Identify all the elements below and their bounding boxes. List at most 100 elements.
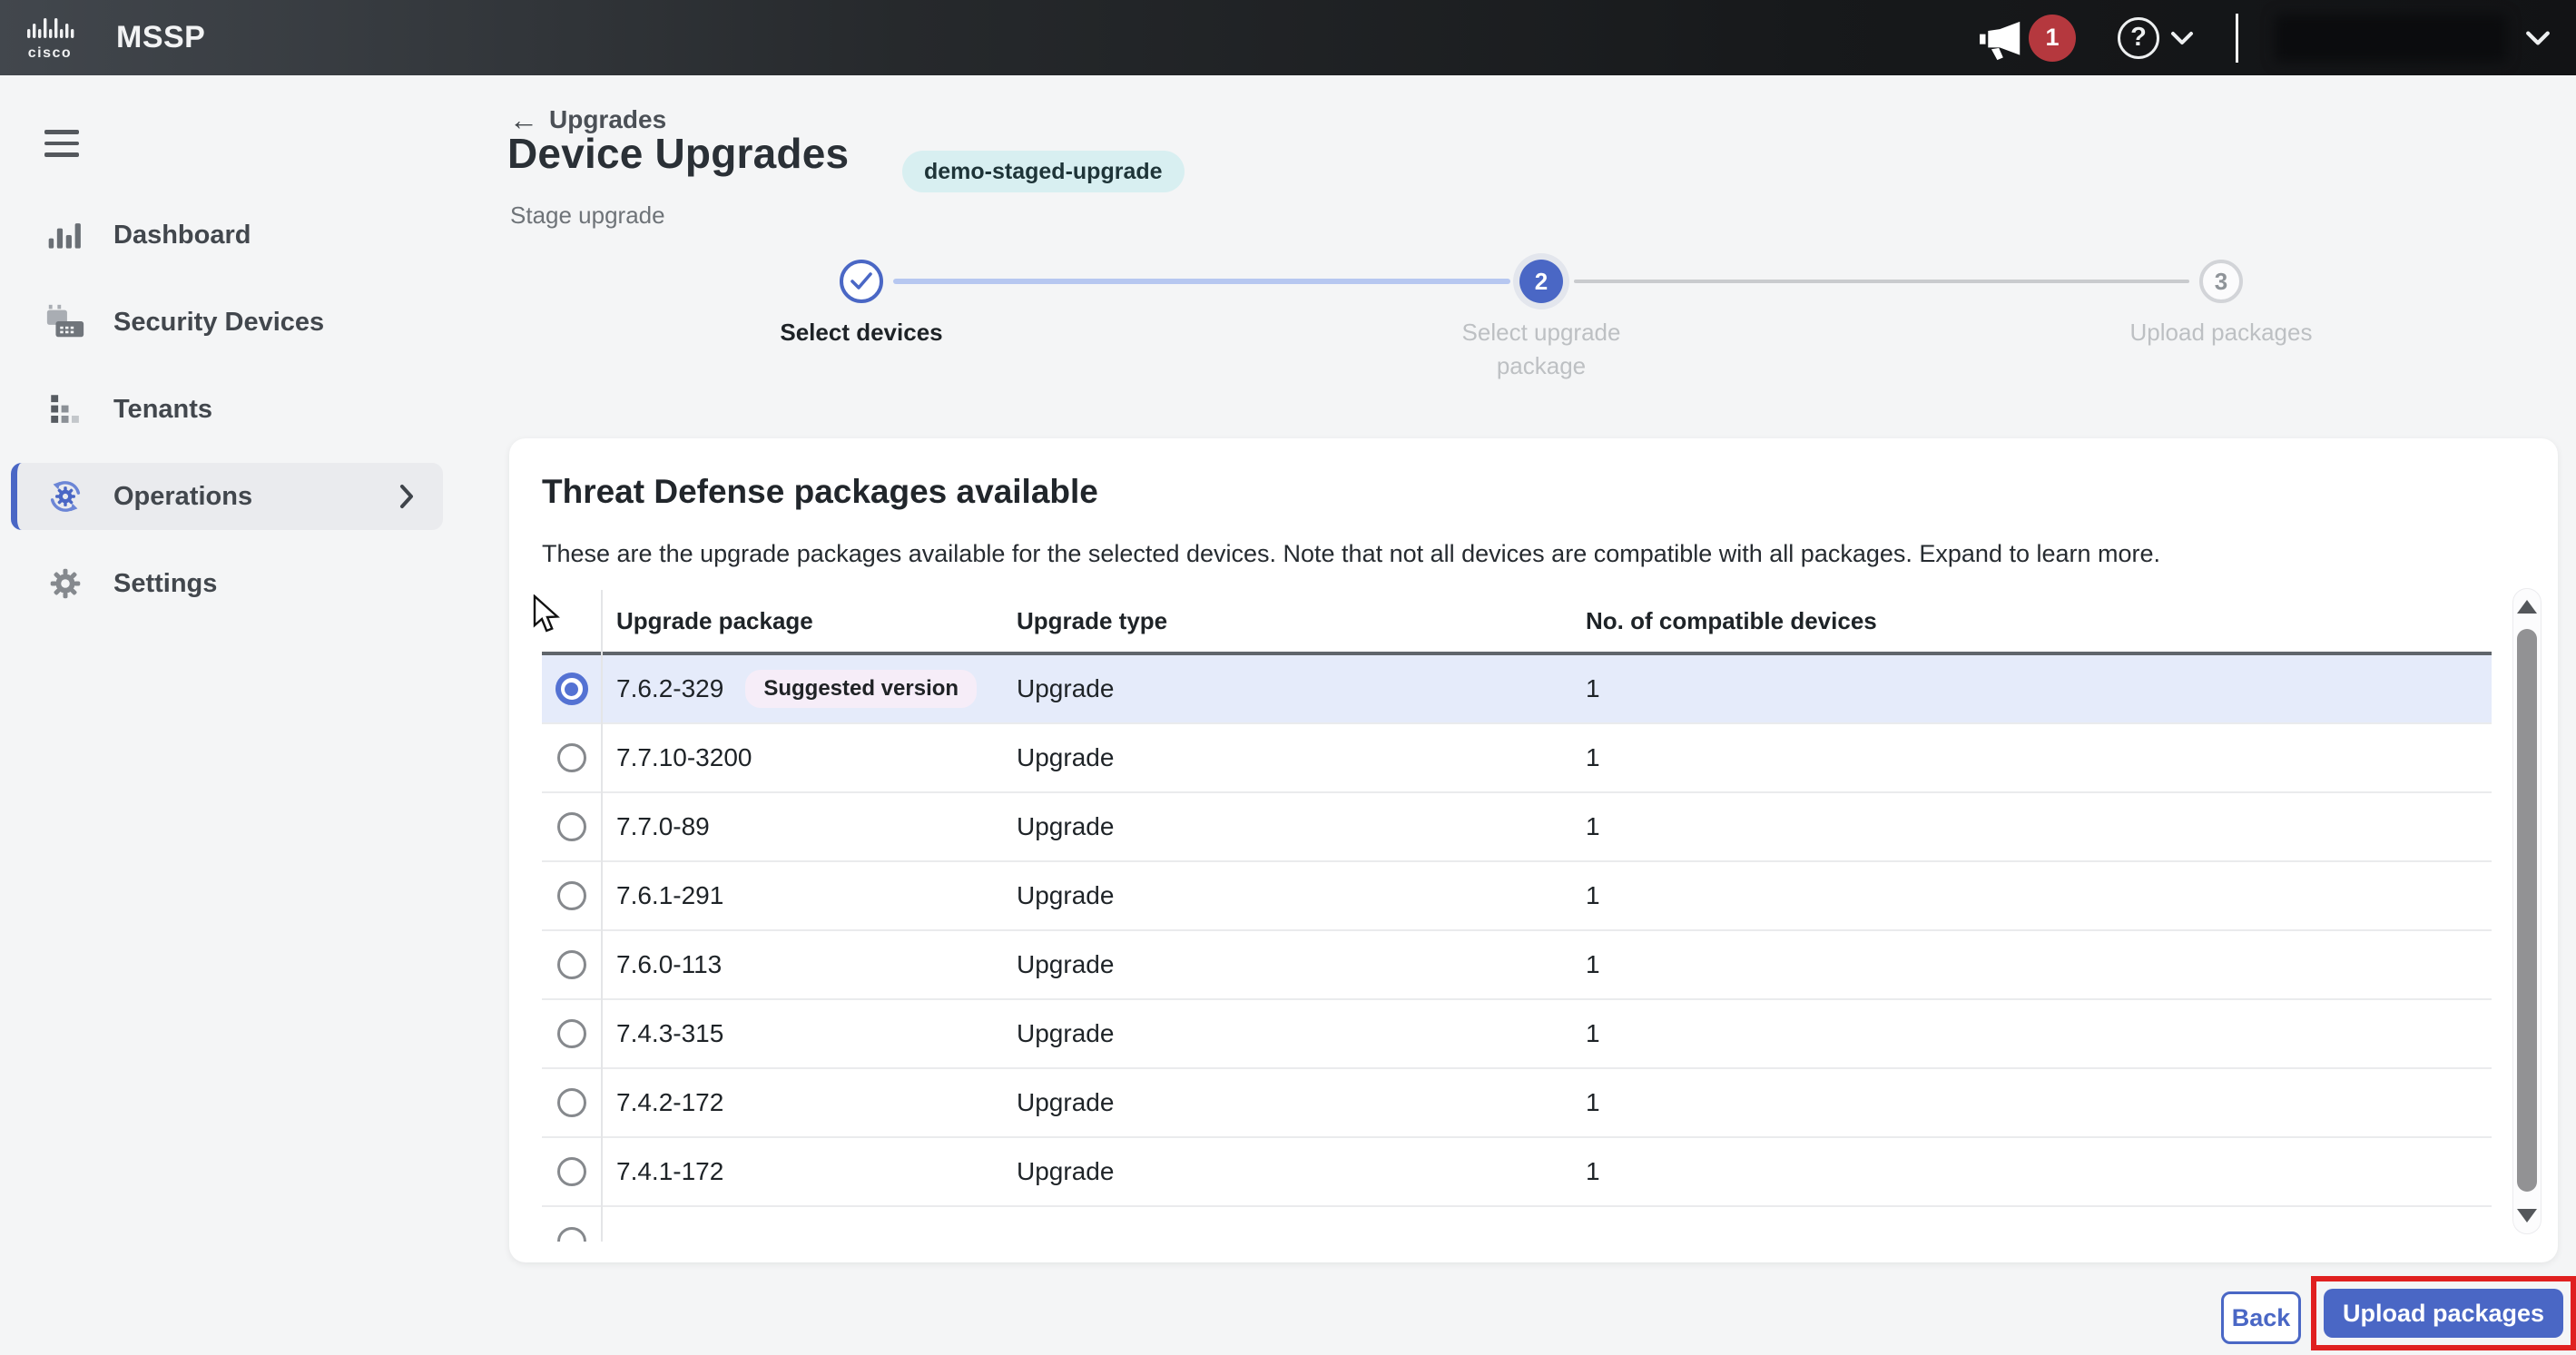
radio-column-divider: [601, 590, 603, 1242]
scrollbar-thumb[interactable]: [2517, 629, 2537, 1192]
sidebar: Dashboard Security D: [0, 75, 472, 1355]
topbar-divider: [2236, 14, 2238, 63]
radio-icon: [557, 950, 586, 979]
radio-icon: [557, 1088, 586, 1117]
app-title: MSSP: [116, 20, 205, 55]
operations-sync-gear-icon: [44, 476, 86, 517]
chevron-down-icon: [2170, 31, 2194, 45]
step-label-upload-packages: Upload packages: [2076, 316, 2366, 349]
account-menu[interactable]: [2275, 15, 2507, 62]
upgrade-type: Upgrade: [1001, 1019, 1570, 1048]
brand: cisco MSSP: [24, 15, 205, 62]
package-radio-button[interactable]: [542, 1157, 601, 1186]
package-version: 7.4.2-172: [616, 1088, 723, 1117]
table-row[interactable]: 7.4.3-315 Upgrade 1: [542, 1000, 2492, 1069]
compatible-devices-count: 1: [1570, 812, 2492, 841]
sidebar-item-security-devices[interactable]: Security Devices: [0, 289, 472, 356]
step-number: 2: [1535, 268, 1548, 296]
radio-icon: [556, 673, 588, 705]
gear-icon: [44, 563, 86, 604]
compatible-devices-count: 1: [1570, 1019, 2492, 1048]
upgrade-type: Upgrade: [1001, 950, 1570, 979]
upgrade-type: Upgrade: [1001, 1157, 1570, 1186]
package-radio-button[interactable]: [542, 673, 601, 705]
table-row-partial[interactable]: [542, 1207, 2492, 1242]
compatible-devices-count: 1: [1570, 1088, 2492, 1117]
cisco-logo-icon: cisco: [24, 15, 96, 62]
help-icon: ?: [2118, 17, 2159, 59]
table-row[interactable]: 7.4.1-172 Upgrade 1: [542, 1138, 2492, 1207]
table-row[interactable]: 7.4.2-172 Upgrade 1: [542, 1069, 2492, 1138]
upgrade-type: Upgrade: [1001, 881, 1570, 910]
compatible-devices-count: 1: [1570, 950, 2492, 979]
package-radio-button[interactable]: [542, 881, 601, 910]
radio-icon: [557, 1227, 586, 1242]
megaphone-icon: [1976, 20, 2027, 62]
table-row[interactable]: 7.7.0-89 Upgrade 1: [542, 793, 2492, 862]
sidebar-item-label: Tenants: [113, 395, 212, 425]
package-version: 7.4.1-172: [616, 1157, 723, 1186]
upload-packages-button[interactable]: Upload packages: [2324, 1289, 2563, 1338]
sidebar-item-label: Settings: [113, 569, 217, 599]
column-header-compatible-devices: No. of compatible devices: [1570, 607, 2492, 635]
sidebar-item-tenants[interactable]: Tenants: [0, 376, 472, 443]
radio-icon: [557, 881, 586, 910]
help-menu-button[interactable]: ?: [2118, 17, 2194, 59]
radio-icon: [557, 1157, 586, 1186]
scroll-up-arrow-icon[interactable]: [2517, 600, 2537, 614]
upgrade-name-badge: demo-staged-upgrade: [902, 151, 1185, 192]
step-label-select-upgrade-package: Select upgrade package: [1423, 316, 1659, 383]
stepper-connector-pending: [1574, 280, 2189, 283]
notification-count-badge: 1: [2029, 15, 2076, 62]
stepper-connector-completed: [893, 279, 1510, 284]
table-row[interactable]: 7.7.10-3200 Upgrade 1: [542, 724, 2492, 793]
step-1-select-devices[interactable]: [840, 260, 883, 303]
menu-toggle-button[interactable]: [44, 130, 79, 164]
package-version: 7.6.0-113: [616, 950, 722, 979]
sidebar-item-label: Dashboard: [113, 221, 251, 250]
radio-icon: [557, 812, 586, 841]
table-row[interactable]: 7.6.1-291 Upgrade 1: [542, 862, 2492, 931]
app-root: cisco MSSP 1 ?: [0, 0, 2576, 1355]
package-radio-button[interactable]: [542, 950, 601, 979]
table-header-row: Upgrade package Upgrade type No. of comp…: [542, 590, 2492, 655]
page-subtitle: Stage upgrade: [510, 201, 665, 230]
security-device-icon: [44, 301, 86, 343]
step-number: 3: [2215, 268, 2227, 296]
chevron-down-icon[interactable]: [2525, 30, 2551, 46]
package-radio-button[interactable]: [542, 812, 601, 841]
back-button[interactable]: Back: [2221, 1291, 2301, 1344]
topbar-actions: 1 ?: [1976, 0, 2554, 75]
check-icon: [850, 271, 873, 291]
topbar: cisco MSSP 1 ?: [0, 0, 2576, 75]
step-2-select-upgrade-package[interactable]: 2: [1519, 260, 1563, 303]
package-radio-button[interactable]: [542, 1019, 601, 1048]
compatible-devices-count: 1: [1570, 743, 2492, 772]
table-row[interactable]: 7.6.0-113 Upgrade 1: [542, 931, 2492, 1000]
sidebar-nav: Dashboard Security D: [0, 201, 472, 637]
sidebar-item-label: Operations: [113, 482, 252, 512]
mouse-cursor: [531, 594, 565, 634]
table-body: 7.6.2-329 Suggested version Upgrade 1 7.…: [542, 655, 2492, 1207]
step-3-upload-packages[interactable]: 3: [2199, 260, 2243, 303]
step-label-select-devices: Select devices: [725, 316, 998, 349]
announcements-button[interactable]: 1: [1976, 11, 2078, 65]
sidebar-item-settings[interactable]: Settings: [0, 550, 472, 617]
package-version: 7.4.3-315: [616, 1019, 723, 1048]
scroll-down-arrow-icon[interactable]: [2517, 1209, 2537, 1222]
sidebar-item-dashboard[interactable]: Dashboard: [0, 201, 472, 269]
upgrade-type: Upgrade: [1001, 812, 1570, 841]
radio-icon: [557, 743, 586, 772]
svg-text:cisco: cisco: [28, 45, 72, 61]
column-header-upgrade-package: Upgrade package: [601, 607, 1001, 635]
sidebar-item-label: Security Devices: [113, 308, 324, 338]
package-radio-button[interactable]: [542, 1088, 601, 1117]
package-radio-button[interactable]: [542, 743, 601, 772]
sidebar-item-operations[interactable]: Operations: [11, 463, 443, 530]
tenants-grid-icon: [44, 388, 86, 430]
table-scrollbar[interactable]: [2512, 588, 2542, 1234]
table-row[interactable]: 7.6.2-329 Suggested version Upgrade 1: [542, 655, 2492, 724]
suggested-version-badge: Suggested version: [745, 670, 977, 708]
packages-table: Upgrade package Upgrade type No. of comp…: [542, 590, 2492, 1242]
column-header-upgrade-type: Upgrade type: [1001, 607, 1570, 635]
